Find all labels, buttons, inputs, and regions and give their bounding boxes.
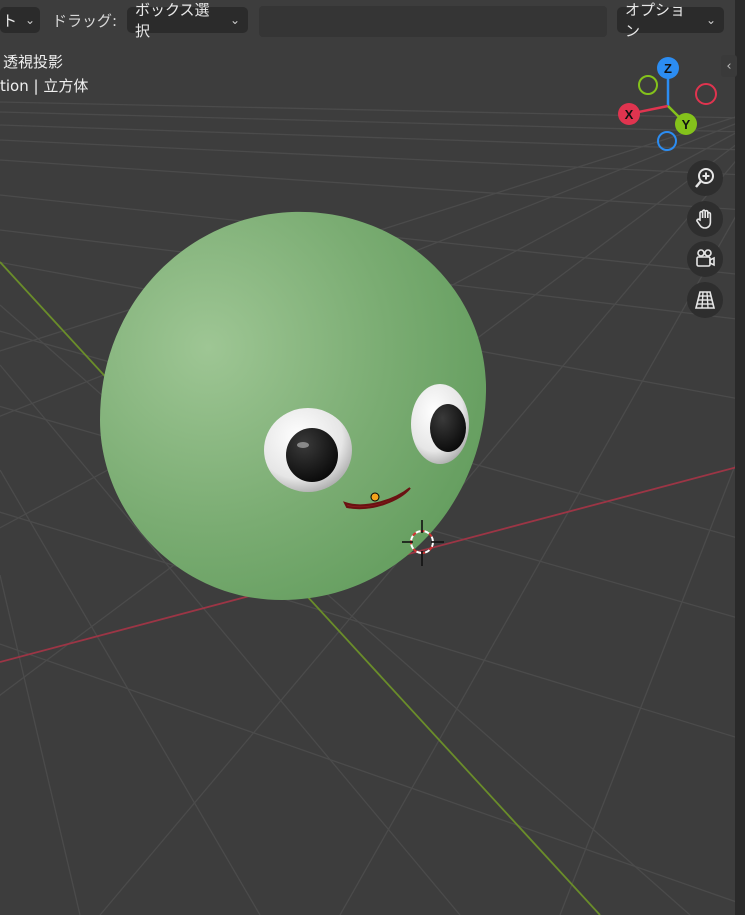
gizmo-z-label: Z — [664, 61, 672, 76]
mode-dropdown[interactable]: ト ⌄ — [0, 7, 40, 33]
options-dropdown[interactable]: オプション ⌄ — [617, 1, 724, 40]
view-projection-text: 透視投影 — [3, 53, 64, 71]
options-label: オプション — [625, 1, 686, 40]
origin-point — [370, 492, 380, 502]
chevron-down-icon: ⌄ — [229, 13, 240, 27]
active-object-text: tion | 立方体 — [0, 77, 89, 95]
ortho-toggle-button[interactable] — [687, 282, 723, 318]
gizmo-y-label: Y — [682, 117, 691, 132]
zoom-button[interactable] — [687, 160, 723, 196]
gizmo-x-label: X — [625, 107, 634, 122]
chevron-down-icon: ⌄ — [705, 13, 716, 27]
camera-view-button[interactable] — [687, 241, 723, 277]
camera-icon — [696, 249, 715, 267]
pan-button[interactable] — [687, 201, 723, 237]
drag-label: ドラッグ: — [52, 12, 118, 30]
3d-viewport[interactable]: Z X Y — [0, 0, 745, 915]
header-spacer — [259, 6, 607, 37]
left-eye-pupil — [286, 428, 338, 482]
sidebar-toggle-icon[interactable]: ‹ — [721, 55, 737, 77]
mode-dropdown-label: ト — [2, 11, 18, 30]
viewport-header: ト ⌄ ドラッグ: ボックス選択 ⌄ オプション ⌄ — [0, 0, 745, 40]
ortho-grid-icon — [694, 291, 716, 309]
pan-hand-icon — [696, 209, 712, 229]
chevron-down-icon: ⌄ — [25, 13, 36, 27]
drag-select-dropdown[interactable]: ボックス選択 ⌄ — [127, 1, 248, 40]
zoom-icon — [695, 168, 714, 188]
sidebar-edge — [735, 0, 745, 915]
right-eye-pupil — [430, 404, 466, 452]
drag-select-value: ボックス選択 — [135, 1, 210, 40]
